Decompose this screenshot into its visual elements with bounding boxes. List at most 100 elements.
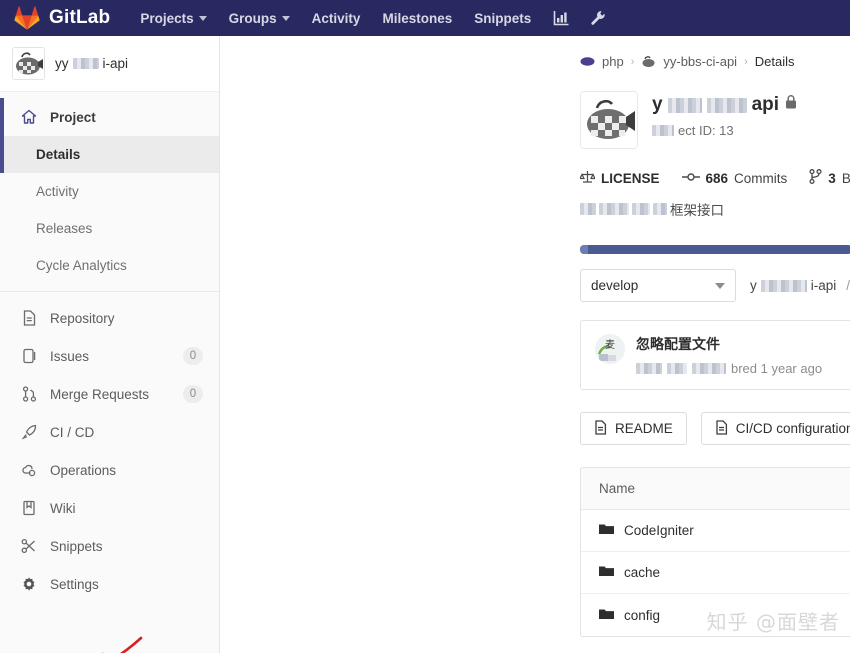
sidebar: yy i-api Project Details Activity <box>0 36 220 653</box>
analytics-chart-icon[interactable] <box>553 10 570 26</box>
sidebar-item-merge-requests-label: Merge Requests <box>50 387 149 402</box>
sidebar-item-cycle-analytics-label: Cycle Analytics <box>36 258 127 273</box>
last-commit-box: 麦 忽略配置文件 bred 1 year ago <box>580 320 850 390</box>
project-detail-panel: y api ect ID: 13 <box>220 91 850 637</box>
sidebar-item-merge-requests[interactable]: Merge Requests 0 <box>0 375 219 413</box>
sidebar-project-name: yy i-api <box>55 56 128 71</box>
sidebar-item-releases[interactable]: Releases <box>0 210 219 247</box>
sidebar-project-section: Project Details Activity Releases Cycle … <box>0 92 219 603</box>
sidebar-item-cycle-analytics[interactable]: Cycle Analytics <box>0 247 219 284</box>
sidebar-item-activity-label: Activity <box>36 184 79 199</box>
stat-commits[interactable]: 686 Commits <box>682 171 788 186</box>
rocket-icon <box>20 423 38 441</box>
project-avatar-icon <box>641 54 656 69</box>
issues-count-badge: 0 <box>183 347 203 365</box>
stat-branches-value: 3 <box>828 171 836 186</box>
sidebar-item-issues[interactable]: Issues 0 <box>0 337 219 375</box>
watermark: 知乎 @面壁者 <box>707 606 840 635</box>
document-icon <box>20 309 38 327</box>
chevron-down-icon <box>199 16 207 21</box>
sidebar-item-wiki[interactable]: Wiki <box>0 489 219 527</box>
nav-groups[interactable]: Groups <box>229 11 290 26</box>
branch-select-value: develop <box>591 278 638 293</box>
readme-button[interactable]: README <box>580 412 687 445</box>
commit-meta: bred 1 year ago <box>636 361 822 376</box>
nav-projects-label: Projects <box>140 11 193 26</box>
sidebar-item-snippets[interactable]: Snippets <box>0 527 219 565</box>
redacted-text-block <box>653 203 667 215</box>
branch-icon <box>809 169 822 187</box>
redacted-text-block <box>761 280 807 292</box>
repo-path-prefix[interactable]: y <box>750 278 757 293</box>
chevron-down-icon <box>282 16 290 21</box>
sidebar-item-details[interactable]: Details <box>0 136 219 173</box>
nav-activity[interactable]: Activity <box>312 11 361 26</box>
sidebar-item-releases-label: Releases <box>36 221 92 236</box>
project-id-value: ect ID: 13 <box>678 123 734 138</box>
stat-license-value: LICENSE <box>601 171 660 186</box>
stat-branches[interactable]: 3 Bran <box>809 169 850 187</box>
breadcrumb-project[interactable]: yy-bbs-ci-api <box>663 54 737 69</box>
sidebar-item-repository[interactable]: Repository <box>0 299 219 337</box>
sidebar-item-activity[interactable]: Activity <box>0 173 219 210</box>
sidebar-item-issues-label: Issues <box>50 349 89 364</box>
repo-path-breadcrumb: y i-api / <box>750 278 850 293</box>
project-description: 框架接口 <box>580 199 850 219</box>
sidebar-item-details-label: Details <box>36 147 80 162</box>
gitlab-brand-text: GitLab <box>49 7 110 29</box>
project-header: y api ect ID: 13 <box>580 91 850 149</box>
nav-projects[interactable]: Projects <box>140 11 206 26</box>
project-meta: y api ect ID: 13 <box>652 91 798 138</box>
redacted-text-block <box>636 363 662 374</box>
folder-icon <box>599 608 614 623</box>
sidebar-item-project[interactable]: Project <box>0 98 219 136</box>
nav-snippets[interactable]: Snippets <box>474 11 531 26</box>
table-row[interactable]: CodeIgniter <box>581 510 850 552</box>
redacted-text-block <box>652 125 674 136</box>
breadcrumb-group[interactable]: php <box>602 54 624 69</box>
table-row[interactable]: cache <box>581 552 850 594</box>
repo-path-suffix[interactable]: i-api <box>811 278 837 293</box>
file-table-header: Name <box>581 468 850 510</box>
sidebar-item-ci-cd[interactable]: CI / CD <box>0 413 219 451</box>
gear-icon <box>20 575 38 593</box>
commit-info: 忽略配置文件 bred 1 year ago <box>636 334 822 376</box>
sidebar-item-settings[interactable]: Settings <box>0 565 219 603</box>
branch-select[interactable]: develop <box>580 269 736 302</box>
sidebar-item-snippets-label: Snippets <box>50 539 103 554</box>
nav-groups-label: Groups <box>229 11 277 26</box>
sidebar-item-repository-label: Repository <box>50 311 115 326</box>
project-avatar-image <box>580 91 638 149</box>
sidebar-divider <box>0 291 219 292</box>
file-name: config <box>624 608 660 623</box>
folder-icon <box>599 565 614 580</box>
commit-message[interactable]: 忽略配置文件 <box>636 336 720 352</box>
wrench-icon[interactable] <box>590 10 606 26</box>
file-icon <box>715 420 728 438</box>
top-navbar: GitLab Projects Groups Activity Mileston… <box>0 0 850 36</box>
stat-license[interactable]: LICENSE <box>580 169 660 187</box>
sidebar-item-ci-cd-label: CI / CD <box>50 425 94 440</box>
nav-milestones[interactable]: Milestones <box>382 11 452 26</box>
project-id-label: ect ID: 13 <box>652 123 798 138</box>
redacted-text-block <box>73 58 99 69</box>
lock-icon <box>784 94 798 116</box>
sidebar-project-header[interactable]: yy i-api <box>0 36 219 92</box>
project-description-text: 框架接口 <box>670 199 724 219</box>
merge-request-icon <box>20 385 38 403</box>
breadcrumb-current: Details <box>755 54 795 69</box>
sidebar-item-operations[interactable]: Operations <box>0 451 219 489</box>
stat-commits-label: Commits <box>734 171 787 186</box>
page-title: y api <box>652 94 798 116</box>
folder-icon <box>599 523 614 538</box>
cicd-configuration-button[interactable]: CI/CD configuration <box>701 412 850 445</box>
branch-selector-row: develop y i-api / <box>580 269 850 302</box>
file-name: CodeIgniter <box>624 523 694 538</box>
cicd-configuration-button-label: CI/CD configuration <box>736 421 850 436</box>
project-avatar-image <box>12 47 45 80</box>
cloud-gear-icon <box>20 461 38 479</box>
sidebar-item-project-label: Project <box>50 110 96 125</box>
commit-meta-text: bred 1 year ago <box>731 361 822 376</box>
gitlab-logo-icon[interactable] <box>14 6 40 30</box>
sidebar-item-settings-label: Settings <box>50 577 99 592</box>
